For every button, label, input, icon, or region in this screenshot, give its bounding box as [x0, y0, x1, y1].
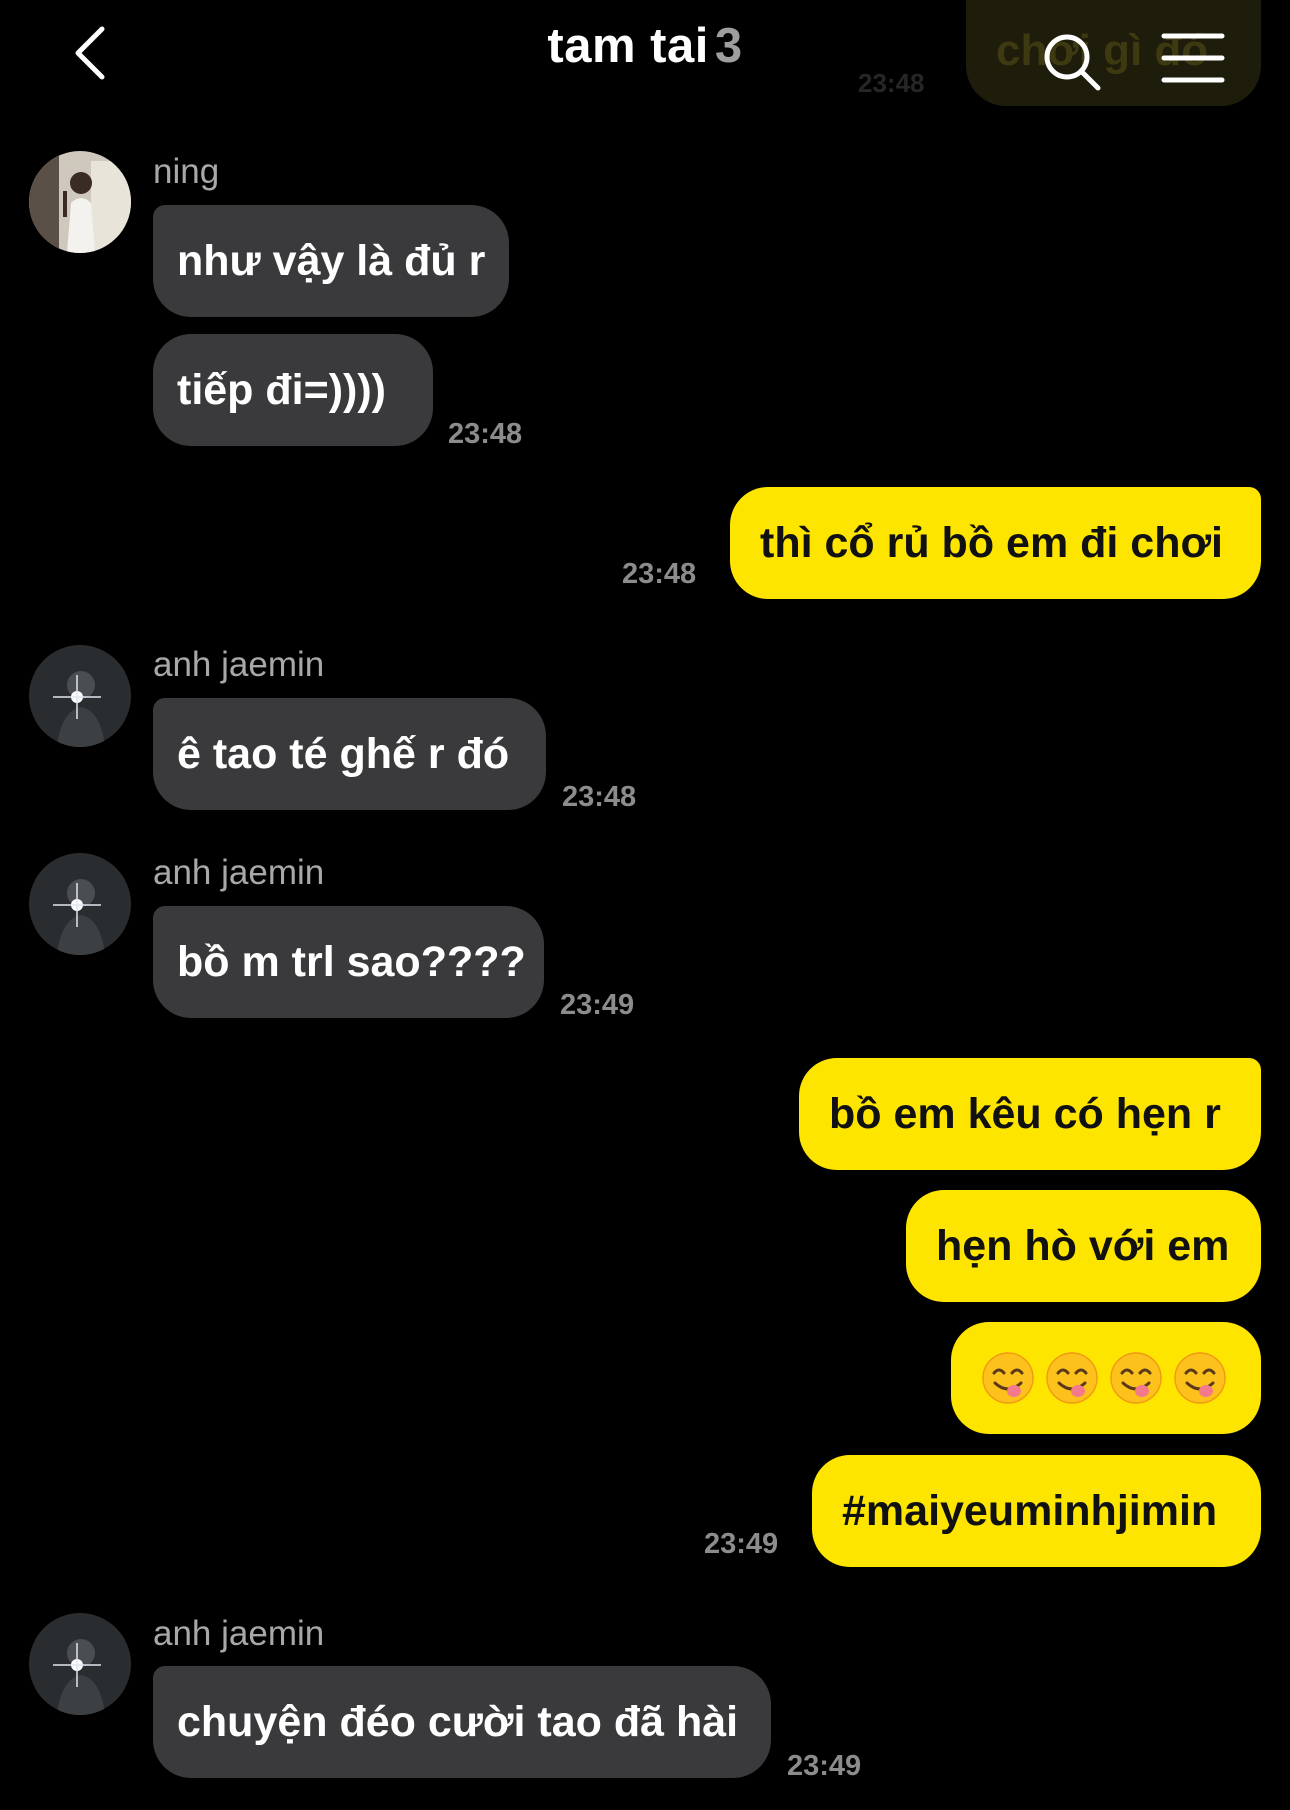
message-time: 23:49 — [560, 989, 635, 1021]
message-text: bồ m trl sao???? — [177, 938, 526, 986]
profile-photo — [29, 853, 131, 955]
message-time: 23:48 — [622, 558, 697, 590]
message-bubble-outgoing[interactable]: hẹn hò với em — [906, 1190, 1261, 1302]
message-bubble-outgoing[interactable]: thì cổ rủ bồ em đi chơi — [730, 487, 1261, 599]
emoji-message-bubble[interactable] — [951, 1322, 1261, 1434]
message-text: ê tao té ghế r đó — [177, 730, 510, 778]
avatar-anh-jaemin[interactable] — [29, 645, 131, 747]
avatar-ning[interactable] — [29, 151, 131, 253]
message-text: tiếp đi=)))) — [177, 366, 386, 414]
message-bubble[interactable]: chuyện đéo cười tao đã hài — [153, 1666, 771, 1778]
message-text: bồ em kêu có hẹn r — [829, 1090, 1221, 1138]
message-text: chuyện đéo cười tao đã hài — [177, 1698, 739, 1746]
chat-header: chơi gì đó 23:48 tam tai 3 — [0, 0, 1290, 110]
message-text: hẹn hò với em — [936, 1222, 1230, 1270]
message-text: như vậy là đủ r — [177, 237, 486, 285]
sender-name: anh jaemin — [153, 853, 325, 892]
message-text: thì cổ rủ bồ em đi chơi — [760, 519, 1223, 567]
avatar-anh-jaemin[interactable] — [29, 853, 131, 955]
message-bubble[interactable]: tiếp đi=)))) — [153, 334, 433, 446]
message-time: 23:48 — [562, 781, 637, 813]
profile-photo — [29, 1613, 131, 1715]
message-bubble-outgoing[interactable]: #maiyeuminhjimin — [812, 1455, 1261, 1567]
search-button[interactable] — [1040, 30, 1104, 94]
avatar-anh-jaemin[interactable] — [29, 1613, 131, 1715]
message-time: 23:48 — [448, 418, 523, 450]
hamburger-menu-icon — [1161, 33, 1225, 83]
sender-name: ning — [153, 152, 220, 191]
message-bubble[interactable]: bồ m trl sao???? — [153, 906, 544, 1018]
message-bubble-outgoing[interactable]: bồ em kêu có hẹn r — [799, 1058, 1261, 1170]
message-time: 23:49 — [704, 1528, 779, 1560]
chat-room-name: tam tai — [547, 19, 709, 73]
face-savoring-food-emoji — [1110, 1352, 1162, 1404]
profile-photo — [29, 645, 131, 747]
profile-photo — [29, 151, 131, 253]
message-text: #maiyeuminhjimin — [842, 1487, 1218, 1535]
face-savoring-food-emoji — [1046, 1352, 1098, 1404]
emoji-row — [981, 1322, 1231, 1434]
message-bubble[interactable]: ê tao té ghế r đó — [153, 698, 546, 810]
face-savoring-food-emoji — [982, 1352, 1034, 1404]
menu-button[interactable] — [1160, 30, 1226, 86]
sender-name: anh jaemin — [153, 645, 325, 684]
face-savoring-food-emoji — [1174, 1352, 1226, 1404]
sender-name: anh jaemin — [153, 1614, 325, 1653]
search-icon — [1044, 34, 1101, 91]
message-bubble[interactable]: như vậy là đủ r — [153, 205, 509, 317]
member-count: 3 — [714, 19, 743, 73]
message-time: 23:49 — [787, 1750, 862, 1782]
